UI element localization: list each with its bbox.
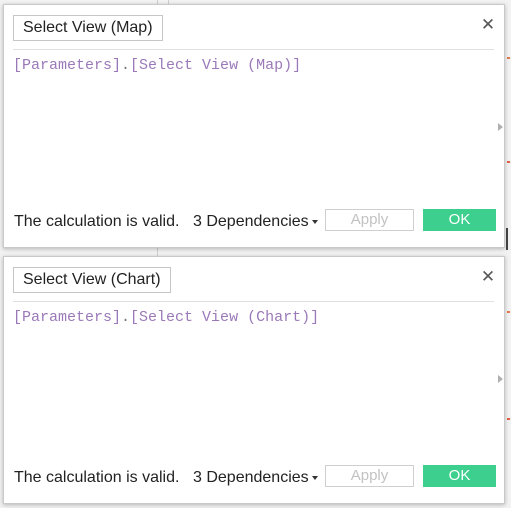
apply-button[interactable]: Apply xyxy=(325,209,414,231)
apply-button[interactable]: Apply xyxy=(325,465,414,487)
dialog-footer: The calculation is valid. 3 Dependencies… xyxy=(4,203,504,247)
background-divider xyxy=(506,228,508,250)
ok-button[interactable]: OK xyxy=(423,465,496,487)
dependencies-label: 3 Dependencies xyxy=(193,213,309,230)
header-divider xyxy=(13,49,494,50)
expand-arrow-icon[interactable] xyxy=(498,123,503,131)
background-divider xyxy=(157,248,158,256)
formula-separator: . xyxy=(121,309,131,326)
dependencies-label: 3 Dependencies xyxy=(193,469,309,486)
caret-down-icon xyxy=(311,475,318,480)
close-icon[interactable]: ✕ xyxy=(480,268,496,285)
calculation-editor-dialog-chart: Select View (Chart) ✕ [Parameters].[Sele… xyxy=(3,256,505,504)
background-mark xyxy=(507,418,510,420)
calculation-name-field[interactable]: Select View (Chart) xyxy=(13,267,171,293)
formula-field-ref: [Select View (Map)] xyxy=(130,57,302,74)
formula-editor[interactable]: [Parameters].[Select View (Chart)] xyxy=(13,309,494,453)
background-mark xyxy=(507,161,510,163)
formula-field-ref: [Select View (Chart)] xyxy=(130,309,320,326)
validation-status: The calculation is valid. xyxy=(14,469,180,486)
validation-status: The calculation is valid. xyxy=(14,213,180,230)
expand-arrow-icon[interactable] xyxy=(498,375,503,383)
formula-table-ref: [Parameters] xyxy=(13,57,122,74)
background-mark xyxy=(507,57,510,59)
dependencies-dropdown[interactable]: 3 Dependencies xyxy=(193,213,318,231)
background-mark xyxy=(507,311,510,313)
formula-table-ref: [Parameters] xyxy=(13,309,122,326)
calculation-name-field[interactable]: Select View (Map) xyxy=(13,15,163,41)
ok-button[interactable]: OK xyxy=(423,209,496,231)
formula-separator: . xyxy=(121,57,131,74)
caret-down-icon xyxy=(311,219,318,224)
header-divider xyxy=(13,301,494,302)
calculation-editor-dialog-map: Select View (Map) ✕ [Parameters].[Select… xyxy=(3,4,505,248)
dialog-footer: The calculation is valid. 3 Dependencies… xyxy=(4,459,504,503)
formula-editor[interactable]: [Parameters].[Select View (Map)] xyxy=(13,57,494,197)
close-icon[interactable]: ✕ xyxy=(480,16,496,33)
dependencies-dropdown[interactable]: 3 Dependencies xyxy=(193,469,318,487)
